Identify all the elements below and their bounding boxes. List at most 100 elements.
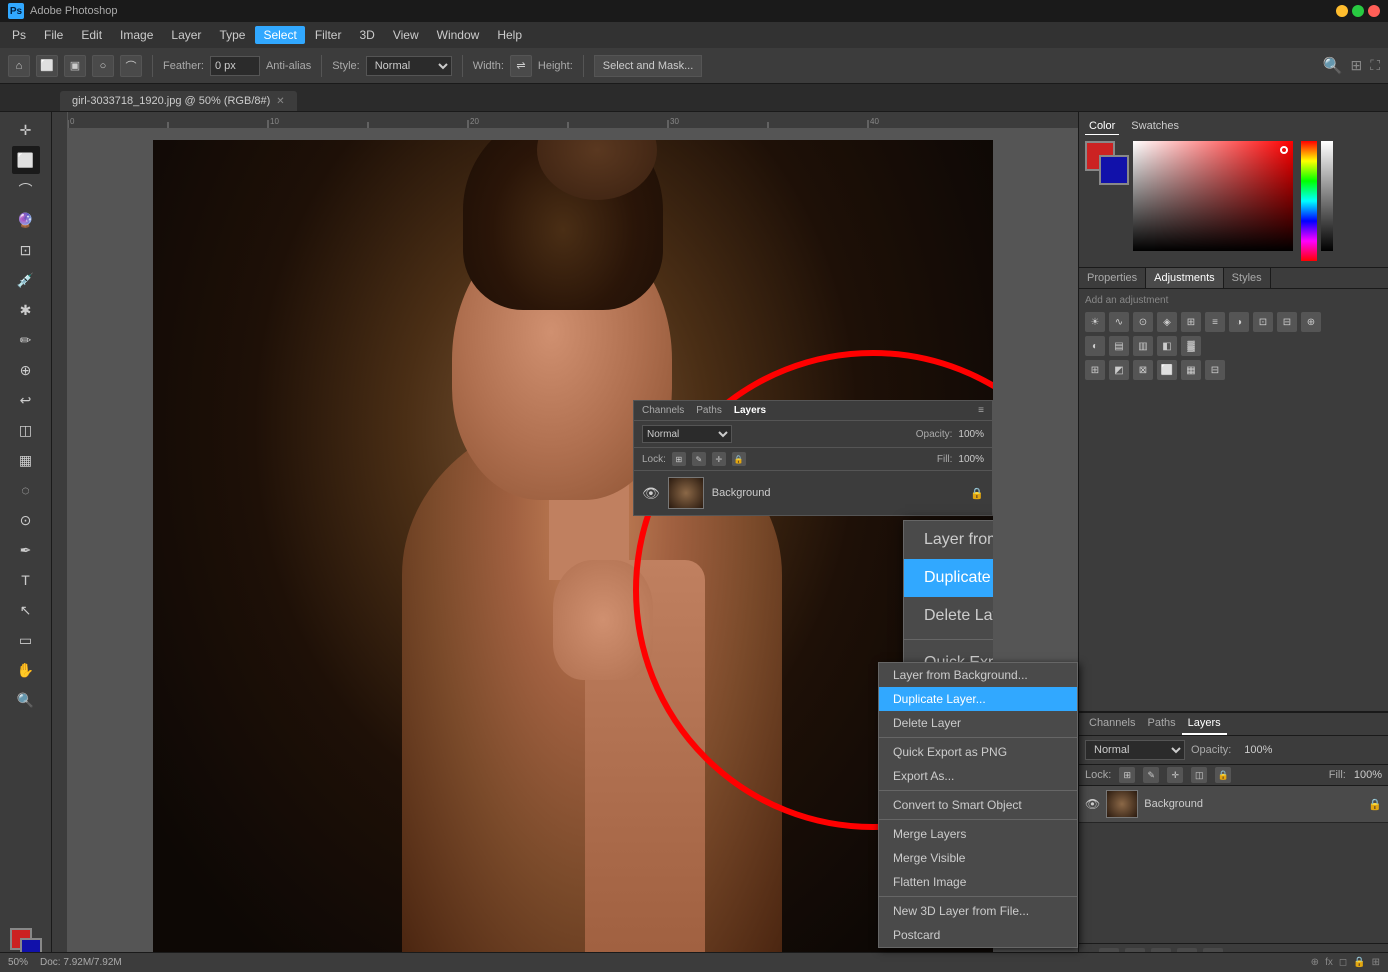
adj-posterize-icon[interactable]: ▤ [1109,336,1129,356]
adj-gradient-fill-icon[interactable]: ▦ [1181,360,1201,380]
blend-mode-select[interactable]: Normal Dissolve Multiply Screen [1085,740,1185,760]
adj-photo-filter-icon[interactable]: ⊡ [1253,312,1273,332]
clone-stamp-tool[interactable]: ⊕ [12,356,40,384]
lasso-tool[interactable]: ⌒ [120,55,142,77]
cm-small-quick-export[interactable]: Quick Export as PNG [879,740,1077,764]
cm-small-duplicate-layer[interactable]: Duplicate Layer... [879,687,1077,711]
collapse-panel-icon[interactable]: ≡ [978,405,984,416]
cm-small-delete-layer[interactable]: Delete Layer [879,711,1077,735]
adj-solid-color-icon[interactable]: ⬜ [1157,360,1177,380]
hand-tool[interactable]: ✋ [12,656,40,684]
quick-select-tool[interactable]: 🔮 [12,206,40,234]
menu-3d[interactable]: 3D [351,26,382,44]
cm-small-merge-layers[interactable]: Merge Layers [879,822,1077,846]
color-saturation-brightness[interactable] [1133,141,1293,251]
menu-type[interactable]: Type [211,26,253,44]
menu-edit[interactable]: Edit [73,26,110,44]
lock-all-icon[interactable]: 🔒 [1215,767,1231,783]
cm-small-convert-smart[interactable]: Convert to Smart Object [879,793,1077,817]
menu-layer[interactable]: Layer [163,26,209,44]
adj-shadow-highlight-icon[interactable]: ◩ [1109,360,1129,380]
lock-checkerboard-icon[interactable]: ⊞ [1119,767,1135,783]
brightness-slider[interactable] [1321,141,1333,251]
cm-small-postcard[interactable]: Postcard [879,923,1077,947]
cm-small-layer-from-bg[interactable]: Layer from Background... [879,663,1077,687]
adj-invert-icon[interactable]: ◐ [1085,336,1105,356]
cm-small-merge-visible[interactable]: Merge Visible [879,846,1077,870]
background-color[interactable] [1099,155,1129,185]
hue-slider[interactable] [1301,141,1317,261]
layer-visibility-icon[interactable]: 👁 [642,485,660,502]
paths-tab-overlay[interactable]: Paths [696,405,722,416]
fullscreen-icon[interactable]: ⛶ [1370,57,1380,74]
pen-tool[interactable]: ✒ [12,536,40,564]
adj-color-balance-icon[interactable]: ≡ [1205,312,1225,332]
adj-levels-icon[interactable]: ⊞ [1085,360,1105,380]
lock-brush-icon[interactable]: ✎ [1143,767,1159,783]
adj-exposure-icon[interactable]: ⊙ [1133,312,1153,332]
lock-position-icon[interactable]: ✎ [692,452,706,466]
channels-tab-overlay[interactable]: Channels [642,405,684,416]
adj-vibrance-icon[interactable]: ◈ [1157,312,1177,332]
rect-tool[interactable]: ▣ [64,55,86,77]
lock-all-icon[interactable]: 🔒 [732,452,746,466]
adj-pattern-fill-icon[interactable]: ⊟ [1205,360,1225,380]
menu-image[interactable]: Image [112,26,161,44]
cm-small-export-as[interactable]: Export As... [879,764,1077,788]
zoom-tool[interactable]: 🔍 [12,686,40,714]
cm-small-flatten-image[interactable]: Flatten Image [879,870,1077,894]
feather-input[interactable] [210,56,260,76]
brush-tool[interactable]: ✏ [12,326,40,354]
arrange-windows-icon[interactable]: ⊞ [1350,57,1362,74]
crop-tool[interactable]: ⊡ [12,236,40,264]
layer-visibility-eye[interactable]: 👁 [1085,797,1100,811]
cm-small-new-3d-layer[interactable]: New 3D Layer from File... [879,899,1077,923]
adj-bw-icon[interactable]: ◑ [1229,312,1249,332]
adj-channel-mixer-icon[interactable]: ⊟ [1277,312,1297,332]
lock-artboard-icon[interactable]: ✛ [712,452,726,466]
close-button[interactable] [1368,5,1380,17]
menu-window[interactable]: Window [429,26,488,44]
search-icon[interactable]: 🔍 [1323,56,1343,76]
menu-select[interactable]: Select [255,26,304,44]
menu-file[interactable]: File [36,26,71,44]
lock-pixels-icon[interactable]: ⊞ [672,452,686,466]
adj-brightness-icon[interactable]: ☀ [1085,312,1105,332]
eraser-tool[interactable]: ◫ [12,416,40,444]
color-tab[interactable]: Color [1085,118,1119,135]
paths-tab[interactable]: Paths [1141,713,1181,735]
shape-tool[interactable]: ▭ [12,626,40,654]
dodge-tool[interactable]: ⊙ [12,506,40,534]
spot-healing-tool[interactable]: ✱ [12,296,40,324]
adj-gradient-map-icon[interactable]: ▓ [1181,336,1201,356]
layers-tab-overlay[interactable]: Layers [734,405,766,416]
document-tab[interactable]: girl-3033718_1920.jpg @ 50% (RGB/8#) ✕ [60,91,297,111]
rectangular-marquee-tool[interactable]: ⬜ [12,146,40,174]
lock-move-icon[interactable]: ✛ [1167,767,1183,783]
ellipse-tool[interactable]: ○ [92,55,114,77]
adj-color-lookup-icon[interactable]: ⊕ [1301,312,1321,332]
maximize-button[interactable] [1352,5,1364,17]
adj-hsl-icon[interactable]: ⊞ [1181,312,1201,332]
lock-artboard-icon[interactable]: ◫ [1191,767,1207,783]
fg-bg-color-selector[interactable] [1085,141,1129,185]
select-and-mask-button[interactable]: Select and Mask... [594,55,703,77]
menu-filter[interactable]: Filter [307,26,350,44]
history-brush-tool[interactable]: ↩ [12,386,40,414]
menu-view[interactable]: View [385,26,427,44]
cm-large-item-delete-layer[interactable]: Delete Layer [904,597,993,635]
blur-tool[interactable]: ◌ [12,476,40,504]
path-select-tool[interactable]: ↖ [12,596,40,624]
cm-large-item-layer-from-bg[interactable]: Layer from Background... [904,521,993,559]
minimize-button[interactable] [1336,5,1348,17]
gradient-tool[interactable]: ▦ [12,446,40,474]
layer-row-background[interactable]: 👁 Background 🔒 [1079,786,1388,823]
styles-tab[interactable]: Styles [1224,268,1271,288]
adjustments-tab[interactable]: Adjustments [1146,268,1224,288]
shape-select-tool[interactable]: ⬜ [36,55,58,77]
adj-curves-icon[interactable]: ∿ [1109,312,1129,332]
type-tool[interactable]: T [12,566,40,594]
menu-ps[interactable]: Ps [4,26,34,44]
style-select[interactable]: Normal Fixed Ratio Fixed Size [366,56,452,76]
cm-large-item-duplicate-layer[interactable]: Duplicate Layer... [904,559,993,597]
